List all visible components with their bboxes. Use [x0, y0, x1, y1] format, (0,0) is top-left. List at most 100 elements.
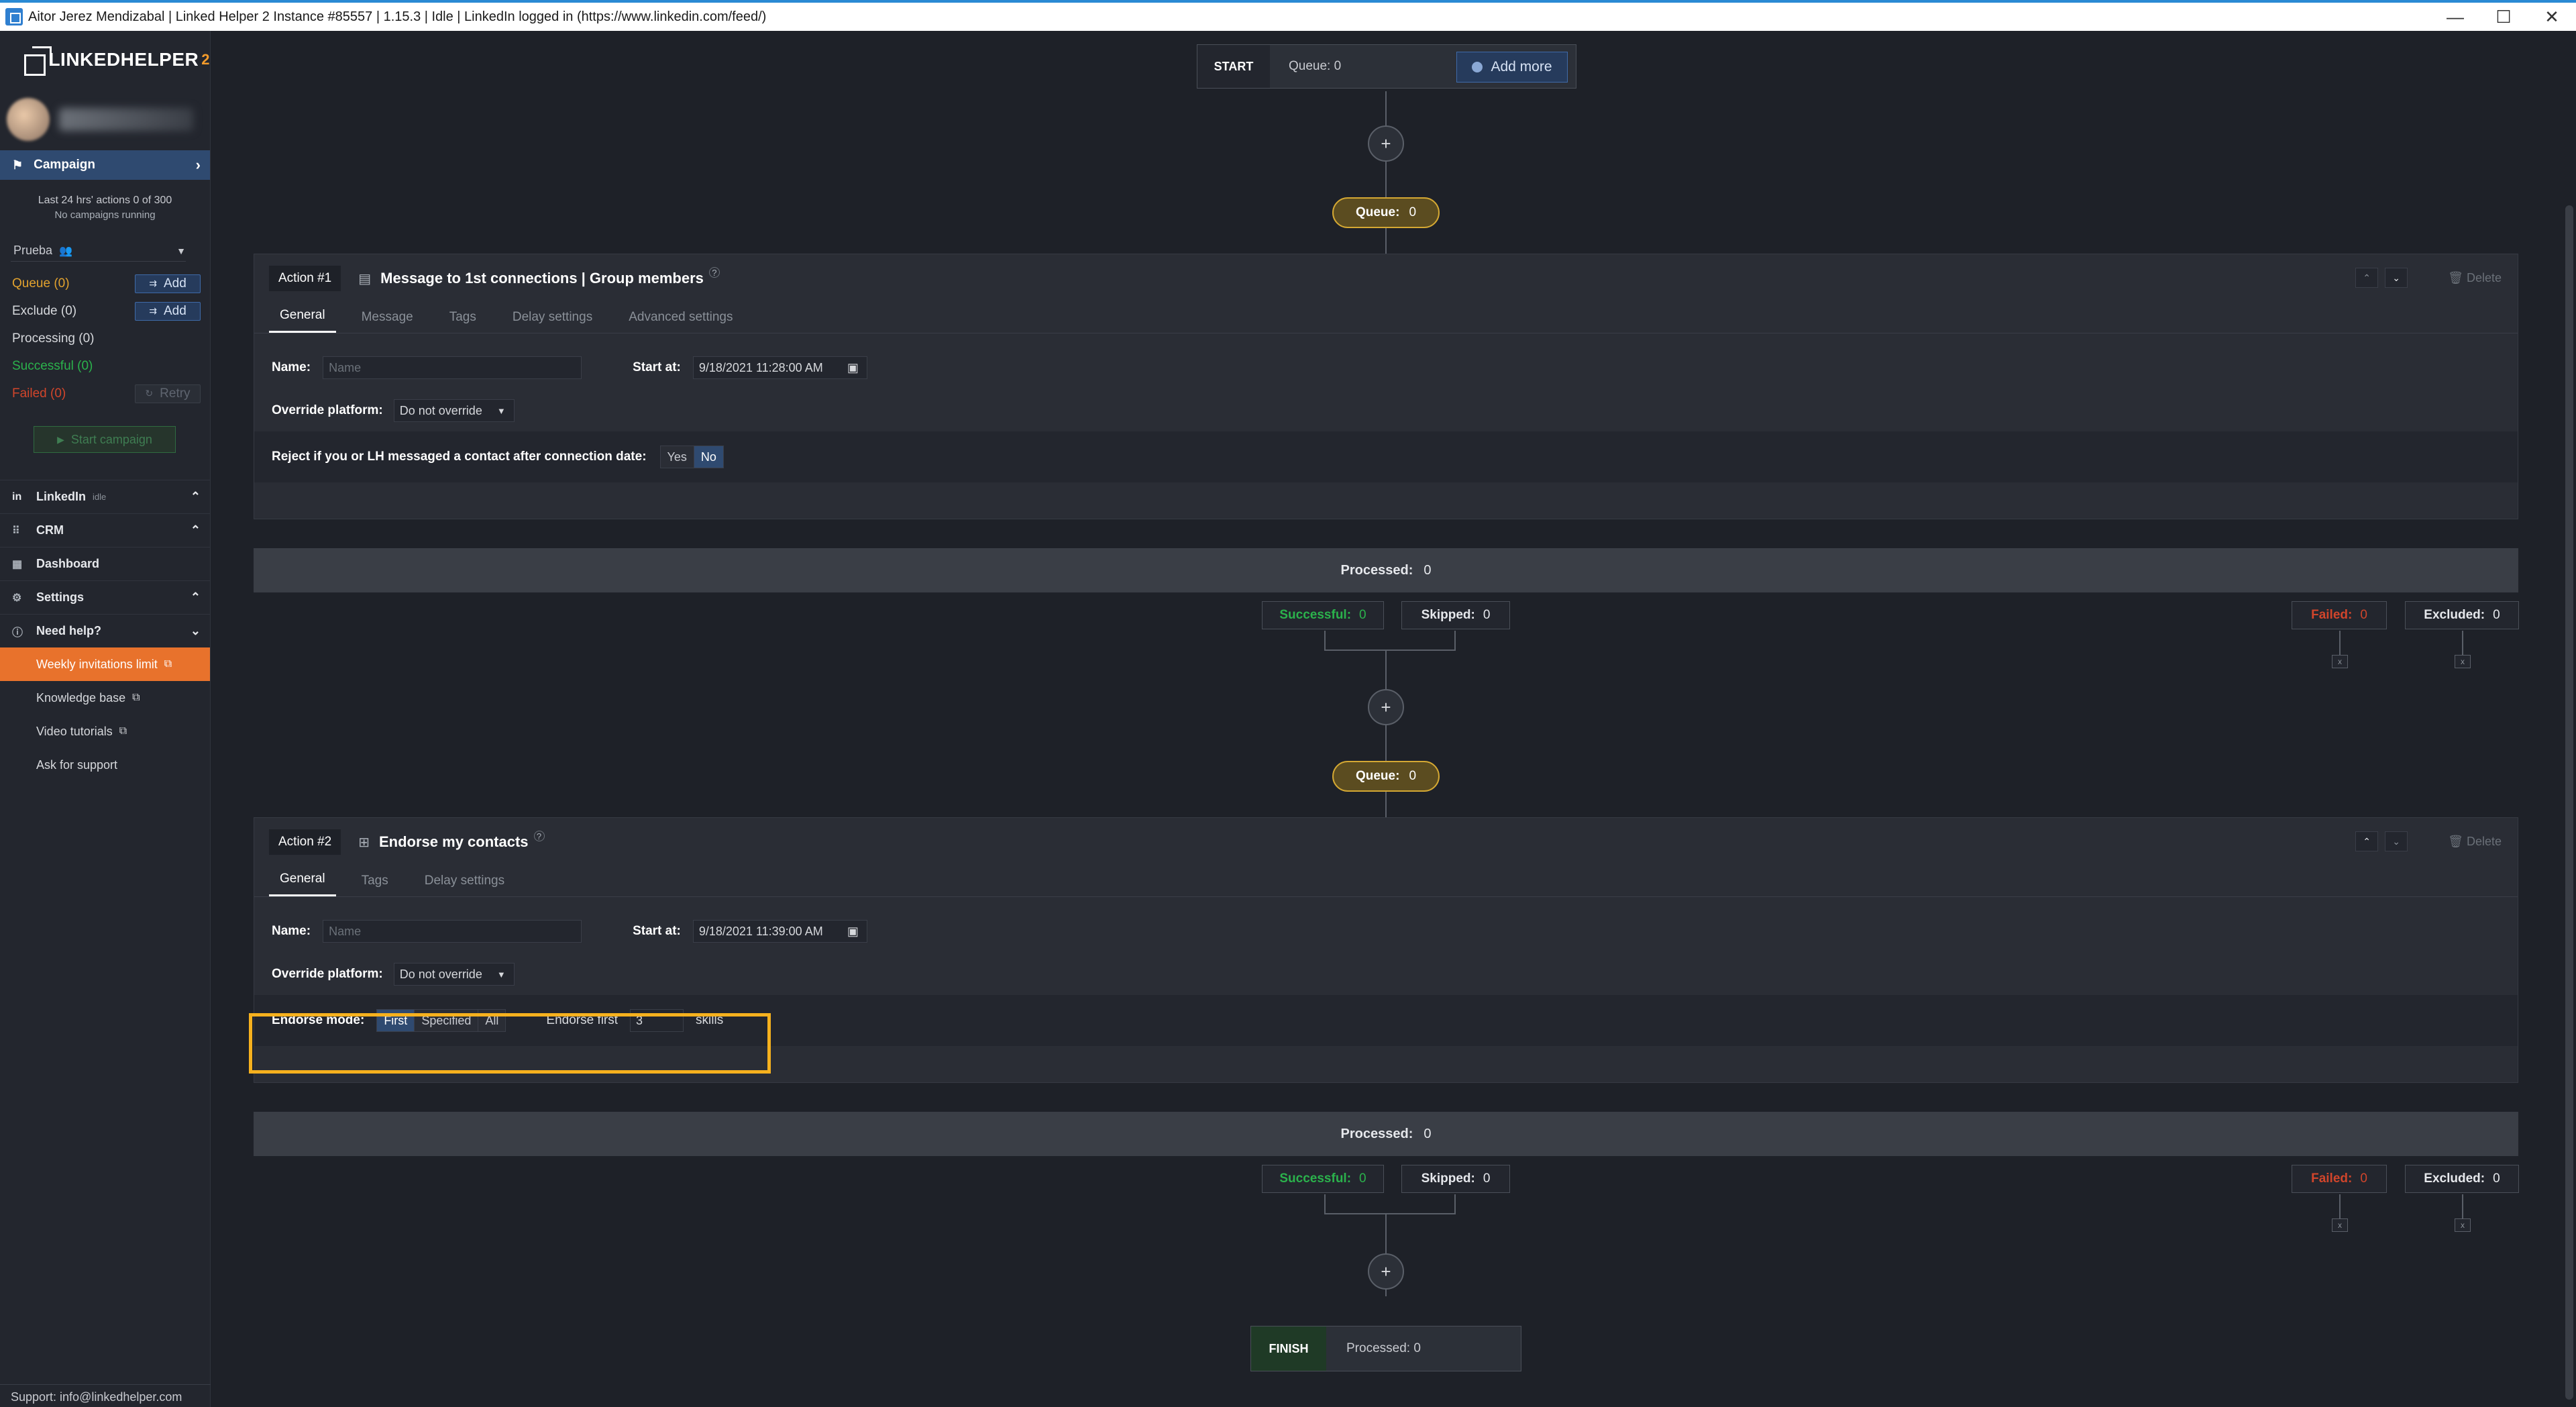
move-down-button[interactable]: ⌄	[2385, 268, 2408, 288]
help-icon[interactable]: ?	[708, 267, 720, 278]
action-title: Message to 1st connections | Group membe…	[380, 270, 704, 286]
nav-dashboard[interactable]: ▦ Dashboard	[0, 547, 210, 580]
stat-exclude-label[interactable]: Exclude (0)	[12, 304, 76, 319]
tab-general[interactable]: General	[269, 308, 336, 333]
action-card-1: Action #1 ▤ Message to 1st connections |…	[254, 254, 2518, 519]
excluded-box-2[interactable]: Excluded: 0	[2405, 1165, 2519, 1193]
stat-processing-label[interactable]: Processing (0)	[12, 331, 95, 346]
skipped-label: Skipped:	[1421, 608, 1475, 622]
endorse-first-input[interactable]: 3	[630, 1009, 684, 1032]
add-action-button[interactable]: +	[1368, 125, 1404, 162]
successful-box-2[interactable]: Successful: 0	[1262, 1165, 1384, 1193]
help-item-ask-support[interactable]: Ask for support	[0, 748, 210, 782]
nav-campaign[interactable]: ⚑ Campaign ›	[0, 150, 210, 180]
nav-settings-label: Settings	[36, 590, 85, 604]
tab-delay-settings[interactable]: Delay settings	[502, 310, 603, 333]
skipped-box-2[interactable]: Skipped: 0	[1401, 1165, 1510, 1193]
stat-failed-label[interactable]: Failed (0)	[12, 386, 66, 401]
profile[interactable]	[0, 89, 210, 150]
maximize-button[interactable]: ☐	[2479, 3, 2528, 31]
delete-button[interactable]: 🗑 Delete	[2448, 835, 2502, 849]
connector	[2339, 631, 2341, 656]
stat-exclude[interactable]: Exclude (0) ⇉ Add	[0, 297, 210, 325]
close-icon[interactable]: x	[2332, 655, 2348, 668]
failed-box-1[interactable]: Failed: 0	[2292, 601, 2387, 629]
reject-yes[interactable]: Yes	[660, 446, 694, 468]
name-input[interactable]: Name	[323, 356, 582, 379]
add-more-button[interactable]: Add more	[1456, 52, 1568, 83]
start-queue-label: Queue: 0	[1289, 59, 1342, 73]
add-queue-button[interactable]: ⇉ Add	[135, 274, 201, 293]
skipped-box-1[interactable]: Skipped: 0	[1401, 601, 1510, 629]
external-link-icon: ⧉	[119, 725, 127, 737]
move-down-button[interactable]: ⌄	[2385, 831, 2408, 851]
close-button[interactable]: ✕	[2528, 3, 2576, 31]
name-input[interactable]: Name	[323, 920, 582, 943]
nav-need-help[interactable]: ⓘ Need help? ⌄	[0, 614, 210, 647]
tab-tags[interactable]: Tags	[351, 874, 399, 896]
mode-specified[interactable]: Specified	[415, 1010, 479, 1031]
stat-queue[interactable]: Queue (0) ⇉ Add	[0, 270, 210, 297]
tab-delay-settings[interactable]: Delay settings	[414, 874, 515, 896]
logo-version: 2	[201, 51, 210, 68]
add-queue-label: Add	[163, 276, 186, 291]
successful-box-1[interactable]: Successful: 0	[1262, 601, 1384, 629]
move-up-button[interactable]: ⌃	[2355, 831, 2379, 851]
tab-advanced-settings[interactable]: Advanced settings	[618, 310, 743, 333]
help-item-weekly-invitations[interactable]: Weekly invitations limit ⧉	[0, 647, 210, 681]
override-row: Override platform: Do not override ▼	[254, 390, 2518, 431]
caret-down-icon: ▼	[496, 405, 506, 416]
stat-successful-label[interactable]: Successful (0)	[12, 359, 93, 374]
campaign-name: Prueba	[13, 244, 53, 257]
support-email[interactable]: Support: info@linkedhelper.com	[0, 1384, 211, 1407]
actions-info: Last 24 hrs' actions 0 of 300 No campaig…	[0, 180, 210, 223]
stat-successful[interactable]: Successful (0)	[0, 352, 210, 380]
stat-failed[interactable]: Failed (0) ↻ Retry	[0, 380, 210, 407]
help-item-knowledge-base[interactable]: Knowledge base ⧉	[0, 681, 210, 715]
stat-processing[interactable]: Processing (0)	[0, 325, 210, 352]
retry-button[interactable]: ↻ Retry	[135, 384, 201, 403]
close-icon[interactable]: x	[2455, 1218, 2471, 1232]
help-item-video-tutorials[interactable]: Video tutorials ⧉	[0, 715, 210, 748]
nav-crm[interactable]: ⠿ CRM ⌃	[0, 513, 210, 547]
nav-settings[interactable]: ⚙ Settings ⌃	[0, 580, 210, 614]
help-item-label: Video tutorials	[36, 724, 113, 738]
avatar[interactable]	[7, 98, 50, 141]
calendar-icon: ▣	[847, 924, 859, 938]
queue-pill-value: 0	[1409, 769, 1417, 783]
tab-general[interactable]: General	[269, 872, 336, 896]
excluded-label: Excluded:	[2424, 1171, 2485, 1186]
start-at-input[interactable]: 9/18/2021 11:39:00 AM ▣	[692, 920, 867, 943]
nav-linkedin[interactable]: in LinkedIn idle ⌃	[0, 480, 210, 513]
scrollbar[interactable]	[2563, 31, 2576, 1407]
nav-campaign-label: Campaign	[34, 158, 95, 172]
help-icon: ⓘ	[12, 627, 23, 639]
start-at-input[interactable]: 9/18/2021 11:28:00 AM ▣	[692, 356, 867, 379]
close-icon[interactable]: x	[2455, 655, 2471, 668]
tab-tags[interactable]: Tags	[439, 310, 487, 333]
reject-no[interactable]: No	[694, 446, 723, 468]
help-icon[interactable]: ?	[533, 831, 545, 841]
close-icon[interactable]: x	[2332, 1218, 2348, 1232]
mode-first[interactable]: First	[377, 1010, 415, 1031]
add-action-button[interactable]: +	[1368, 689, 1404, 725]
chevron-right-icon: ›	[195, 156, 201, 173]
add-exclude-button[interactable]: ⇉ Add	[135, 301, 201, 321]
move-up-button[interactable]: ⌃	[2355, 268, 2379, 288]
stat-queue-label[interactable]: Queue (0)	[12, 276, 70, 291]
minimize-button[interactable]: —	[2431, 3, 2479, 31]
excluded-box-1[interactable]: Excluded: 0	[2405, 601, 2519, 629]
scrollbar-thumb[interactable]	[2565, 205, 2573, 1400]
override-platform-select[interactable]: Do not override ▼	[393, 399, 515, 422]
mode-all[interactable]: All	[478, 1010, 506, 1031]
override-platform-select[interactable]: Do not override ▼	[393, 963, 515, 986]
failed-box-2[interactable]: Failed: 0	[2292, 1165, 2387, 1193]
flag-icon: ⚑	[12, 158, 23, 172]
delete-button[interactable]: 🗑 Delete	[2448, 271, 2502, 285]
queue-pill-label: Queue:	[1355, 769, 1400, 783]
campaign-select[interactable]: Prueba 👥 ▼	[11, 240, 186, 262]
tab-message[interactable]: Message	[351, 310, 424, 333]
nav-dashboard-label: Dashboard	[36, 557, 100, 570]
add-action-button[interactable]: +	[1368, 1253, 1404, 1290]
start-campaign-button[interactable]: ▶ Start campaign	[34, 426, 176, 453]
